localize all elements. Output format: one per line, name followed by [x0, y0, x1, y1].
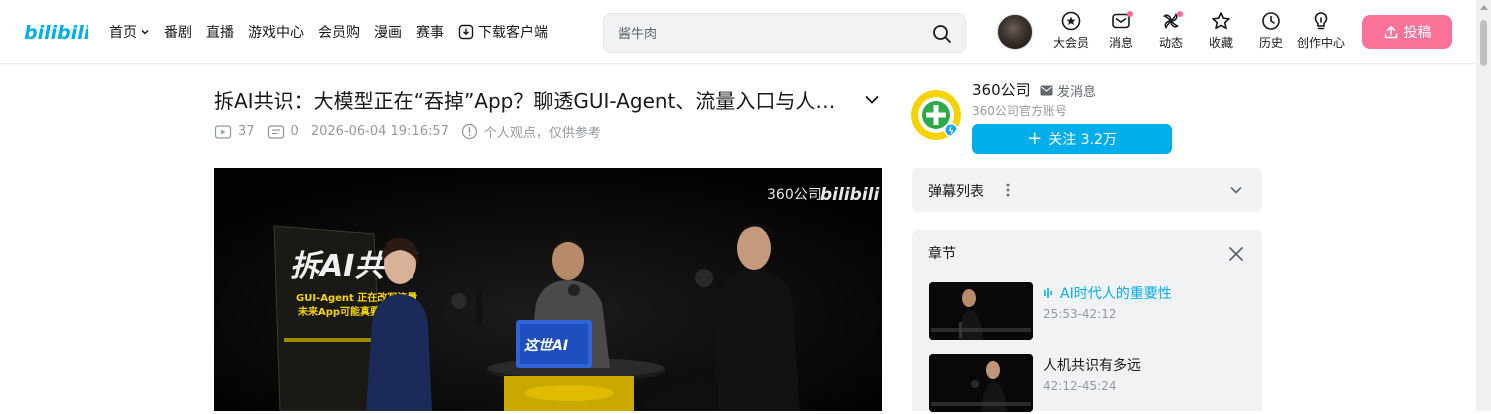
search-box — [603, 13, 966, 53]
scroll-up-arrow-icon[interactable] — [1480, 5, 1488, 10]
vip-entry[interactable]: 大会员 — [1046, 10, 1096, 51]
expand-title-chevron-icon[interactable] — [862, 90, 882, 110]
chapter-thumbnail — [929, 354, 1033, 412]
danmaku-list-label: 弹幕列表 — [928, 184, 984, 200]
nav-esports[interactable]: 赛事 — [416, 22, 444, 42]
opinion-notice-text: 个人观点，仅供参考 — [483, 126, 601, 141]
svg-text:bilibili: bilibili — [24, 22, 88, 44]
mail-icon — [1040, 85, 1053, 96]
scrollbar-thumb[interactable] — [1480, 20, 1487, 66]
favorites-entry[interactable]: 收藏 — [1196, 10, 1246, 51]
follow-label: 关注 3.2万 — [1048, 132, 1117, 148]
nav-manga[interactable]: 漫画 — [374, 22, 402, 42]
laptop-sign: 这世AI — [516, 320, 592, 368]
star-icon — [1212, 12, 1230, 30]
bulb-icon — [1314, 12, 1328, 30]
upload-icon — [1384, 25, 1397, 39]
nav-live[interactable]: 直播 — [206, 22, 234, 42]
message-label: 消息 — [1108, 36, 1133, 50]
nav-game-center[interactable]: 游戏中心 — [248, 22, 304, 42]
nav-anime[interactable]: 番剧 — [164, 22, 192, 42]
user-avatar[interactable] — [997, 14, 1033, 50]
dynamic-unread-dot — [1177, 11, 1183, 17]
bilibili-logo[interactable]: bilibili — [24, 15, 88, 47]
chapter-title: 人机共识有多远 — [1043, 355, 1141, 375]
video-frame: 360公司 bilibili 拆AI共识 GUI-Agent 正在改写流量 未来… — [214, 168, 882, 411]
page-scrollbar[interactable] — [1476, 0, 1491, 411]
info-icon — [461, 123, 478, 140]
now-playing-icon — [1044, 288, 1052, 298]
creator-center-entry[interactable]: 创作中心 — [1296, 10, 1346, 51]
main-nav: 首页 番剧 直播 游戏中心 会员购 漫画 赛事 下载客户端 — [109, 0, 562, 64]
uploader-avatar[interactable] — [911, 90, 961, 140]
laptop-sign-text: 这世AI — [524, 337, 568, 354]
video-meta: 37 0 2026-06-04 19:16:57 个人观点，仅供参考 — [214, 122, 613, 141]
follow-button[interactable]: + 关注 3.2万 — [972, 124, 1172, 154]
chapter-title: AI时代人的重要性 — [1043, 283, 1172, 303]
chevron-down-icon[interactable] — [1228, 182, 1244, 198]
chapter-item[interactable]: AI时代人的重要性 25:53-42:12 — [929, 282, 1239, 342]
watermark-logo: bilibili — [820, 185, 880, 205]
watermark-brand: 360公司 — [767, 187, 822, 203]
clock-icon — [1262, 12, 1280, 30]
danmaku-count: 0 — [267, 124, 299, 140]
chapter-title-text: AI时代人的重要性 — [1060, 286, 1172, 302]
more-options-icon[interactable] — [1000, 182, 1016, 198]
nav-download-client[interactable]: 下载客户端 — [458, 22, 548, 42]
chevron-down-icon — [141, 29, 149, 35]
chapter-time: 25:53-42:12 — [1043, 307, 1117, 321]
search-input[interactable] — [618, 23, 918, 45]
vip-icon — [1061, 11, 1081, 31]
upload-label: 投稿 — [1403, 25, 1432, 41]
message-unread-dot — [1127, 11, 1133, 17]
danmaku-count-icon — [267, 124, 284, 139]
chapter-thumbnail — [929, 282, 1033, 340]
danmaku-list-panel[interactable]: 弹幕列表 — [912, 168, 1262, 212]
chapter-time: 42:12-45:24 — [1043, 379, 1117, 393]
creator-center-label: 创作中心 — [1296, 36, 1345, 50]
video-player[interactable]: 360公司 bilibili 拆AI共识 GUI-Agent 正在改写流量 未来… — [214, 168, 882, 411]
chapters-title: 章节 — [928, 246, 956, 262]
video-title: 拆AI共识：大模型正在“吞掉”App？聊透GUI-Agent、流量入口与人机共识 — [214, 89, 844, 113]
uploader-description: 360公司官方账号 — [972, 104, 1067, 118]
opinion-notice: 个人观点，仅供参考 — [461, 122, 601, 141]
message-entry[interactable]: 消息 — [1096, 10, 1146, 51]
download-icon — [458, 24, 474, 40]
publish-date: 2026-06-04 19:16:57 — [310, 124, 449, 139]
history-entry[interactable]: 历史 — [1246, 10, 1296, 51]
nav-mall[interactable]: 会员购 — [318, 22, 360, 42]
upload-button[interactable]: 投稿 — [1362, 15, 1452, 49]
vip-label: 大会员 — [1052, 36, 1089, 50]
uploader-name[interactable]: 360公司 — [972, 79, 1031, 100]
poster-sub2: 未来App可能真要 — [297, 305, 380, 318]
header-icon-bar: 大会员 消息 动态 收藏 历史 创作中心 — [1046, 10, 1346, 51]
danmaku-count-value: 0 — [290, 124, 299, 139]
search-icon[interactable] — [931, 23, 953, 45]
close-icon[interactable] — [1226, 244, 1246, 264]
dynamic-entry[interactable]: 动态 — [1146, 10, 1196, 51]
play-count: 37 — [214, 124, 255, 140]
dynamic-label: 动态 — [1158, 36, 1183, 50]
send-message-label: 发消息 — [1057, 85, 1097, 100]
play-count-icon — [214, 124, 232, 139]
top-header: bilibili 首页 番剧 直播 游戏中心 会员购 漫画 赛事 下载客户端 大… — [0, 0, 1476, 64]
send-message-link[interactable]: 发消息 — [1040, 81, 1096, 100]
chapters-panel: 章节 AI时代人的重要性 25:53-42:12 人机共识有多远 42:12-4… — [912, 230, 1262, 414]
play-count-value: 37 — [238, 124, 255, 139]
chapter-title-text: 人机共识有多远 — [1043, 358, 1141, 374]
nav-home-label: 首页 — [109, 25, 137, 41]
nav-home[interactable]: 首页 — [109, 22, 150, 42]
history-label: 历史 — [1258, 36, 1283, 50]
chapter-item[interactable]: 人机共识有多远 42:12-45:24 — [929, 354, 1239, 414]
plus-icon: + — [1027, 128, 1043, 149]
nav-download-label: 下载客户端 — [478, 25, 548, 41]
favorites-label: 收藏 — [1208, 36, 1233, 50]
